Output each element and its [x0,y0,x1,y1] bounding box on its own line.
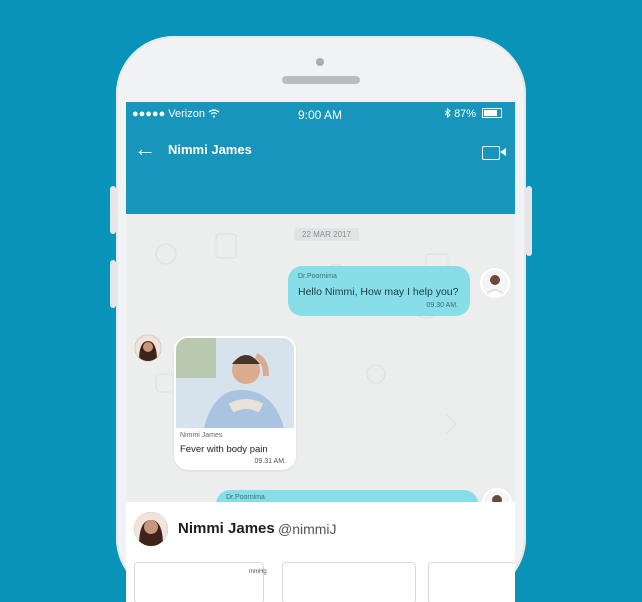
back-arrow-icon[interactable]: ← [134,138,156,160]
search-card[interactable] [282,562,416,602]
wifi-icon [208,108,220,120]
incoming-message[interactable]: Nimmi James Fever with body pain 09.31 A… [174,336,296,470]
profile-name: Nimmi James [178,520,275,537]
message-time: 09.30 AM. [426,302,458,309]
bluetooth-icon [444,107,454,120]
info-card[interactable] [428,562,515,602]
unit-label: mmHg [249,569,267,575]
doctor-avatar[interactable] [480,268,510,298]
front-camera [316,58,324,66]
message-time: 09.31 AM. [254,458,286,465]
patient-avatar[interactable] [134,334,162,362]
phone-frame: ●●●●● Verizon 9:00 AM 87% ← Nimmi James [110,36,532,602]
profile-card: Nimmi James @nimmiJ mmHg [126,502,515,602]
clock: 9:00 AM [298,108,343,122]
attached-photo[interactable] [176,338,294,428]
speaker-grille [282,76,360,84]
message-text: Hello Nimmi, How may I help you? [298,286,459,298]
date-separator: 22 MAR 2017 [294,228,359,241]
chat-title: Nimmi James [168,142,252,157]
profile-handle: @nimmiJ [278,521,337,537]
profile-avatar[interactable] [134,512,168,546]
video-call-icon[interactable] [482,146,506,160]
message-sender: Dr.Poornima [298,273,337,280]
volume-down-button [110,260,116,308]
message-sender: Nimmi James [180,432,223,439]
bp-card[interactable]: mmHg [134,562,267,602]
app-screen: ●●●●● Verizon 9:00 AM 87% ← Nimmi James [126,102,515,602]
message-sender: Dr.Poornima [226,494,265,501]
status-bar: ●●●●● Verizon 9:00 AM 87% [126,102,515,126]
message-text: Fever with body pain [180,444,268,455]
power-button [526,186,532,256]
battery-percent: 87% [454,108,477,120]
app-header: ●●●●● Verizon 9:00 AM 87% ← Nimmi James [126,102,515,214]
outgoing-message[interactable]: Dr.Poornima Hello Nimmi, How may I help … [288,266,470,316]
carrier-label: ●●●●● Verizon [132,108,220,120]
status-right: 87% [444,107,503,120]
battery-icon [482,108,503,118]
volume-up-button [110,186,116,234]
